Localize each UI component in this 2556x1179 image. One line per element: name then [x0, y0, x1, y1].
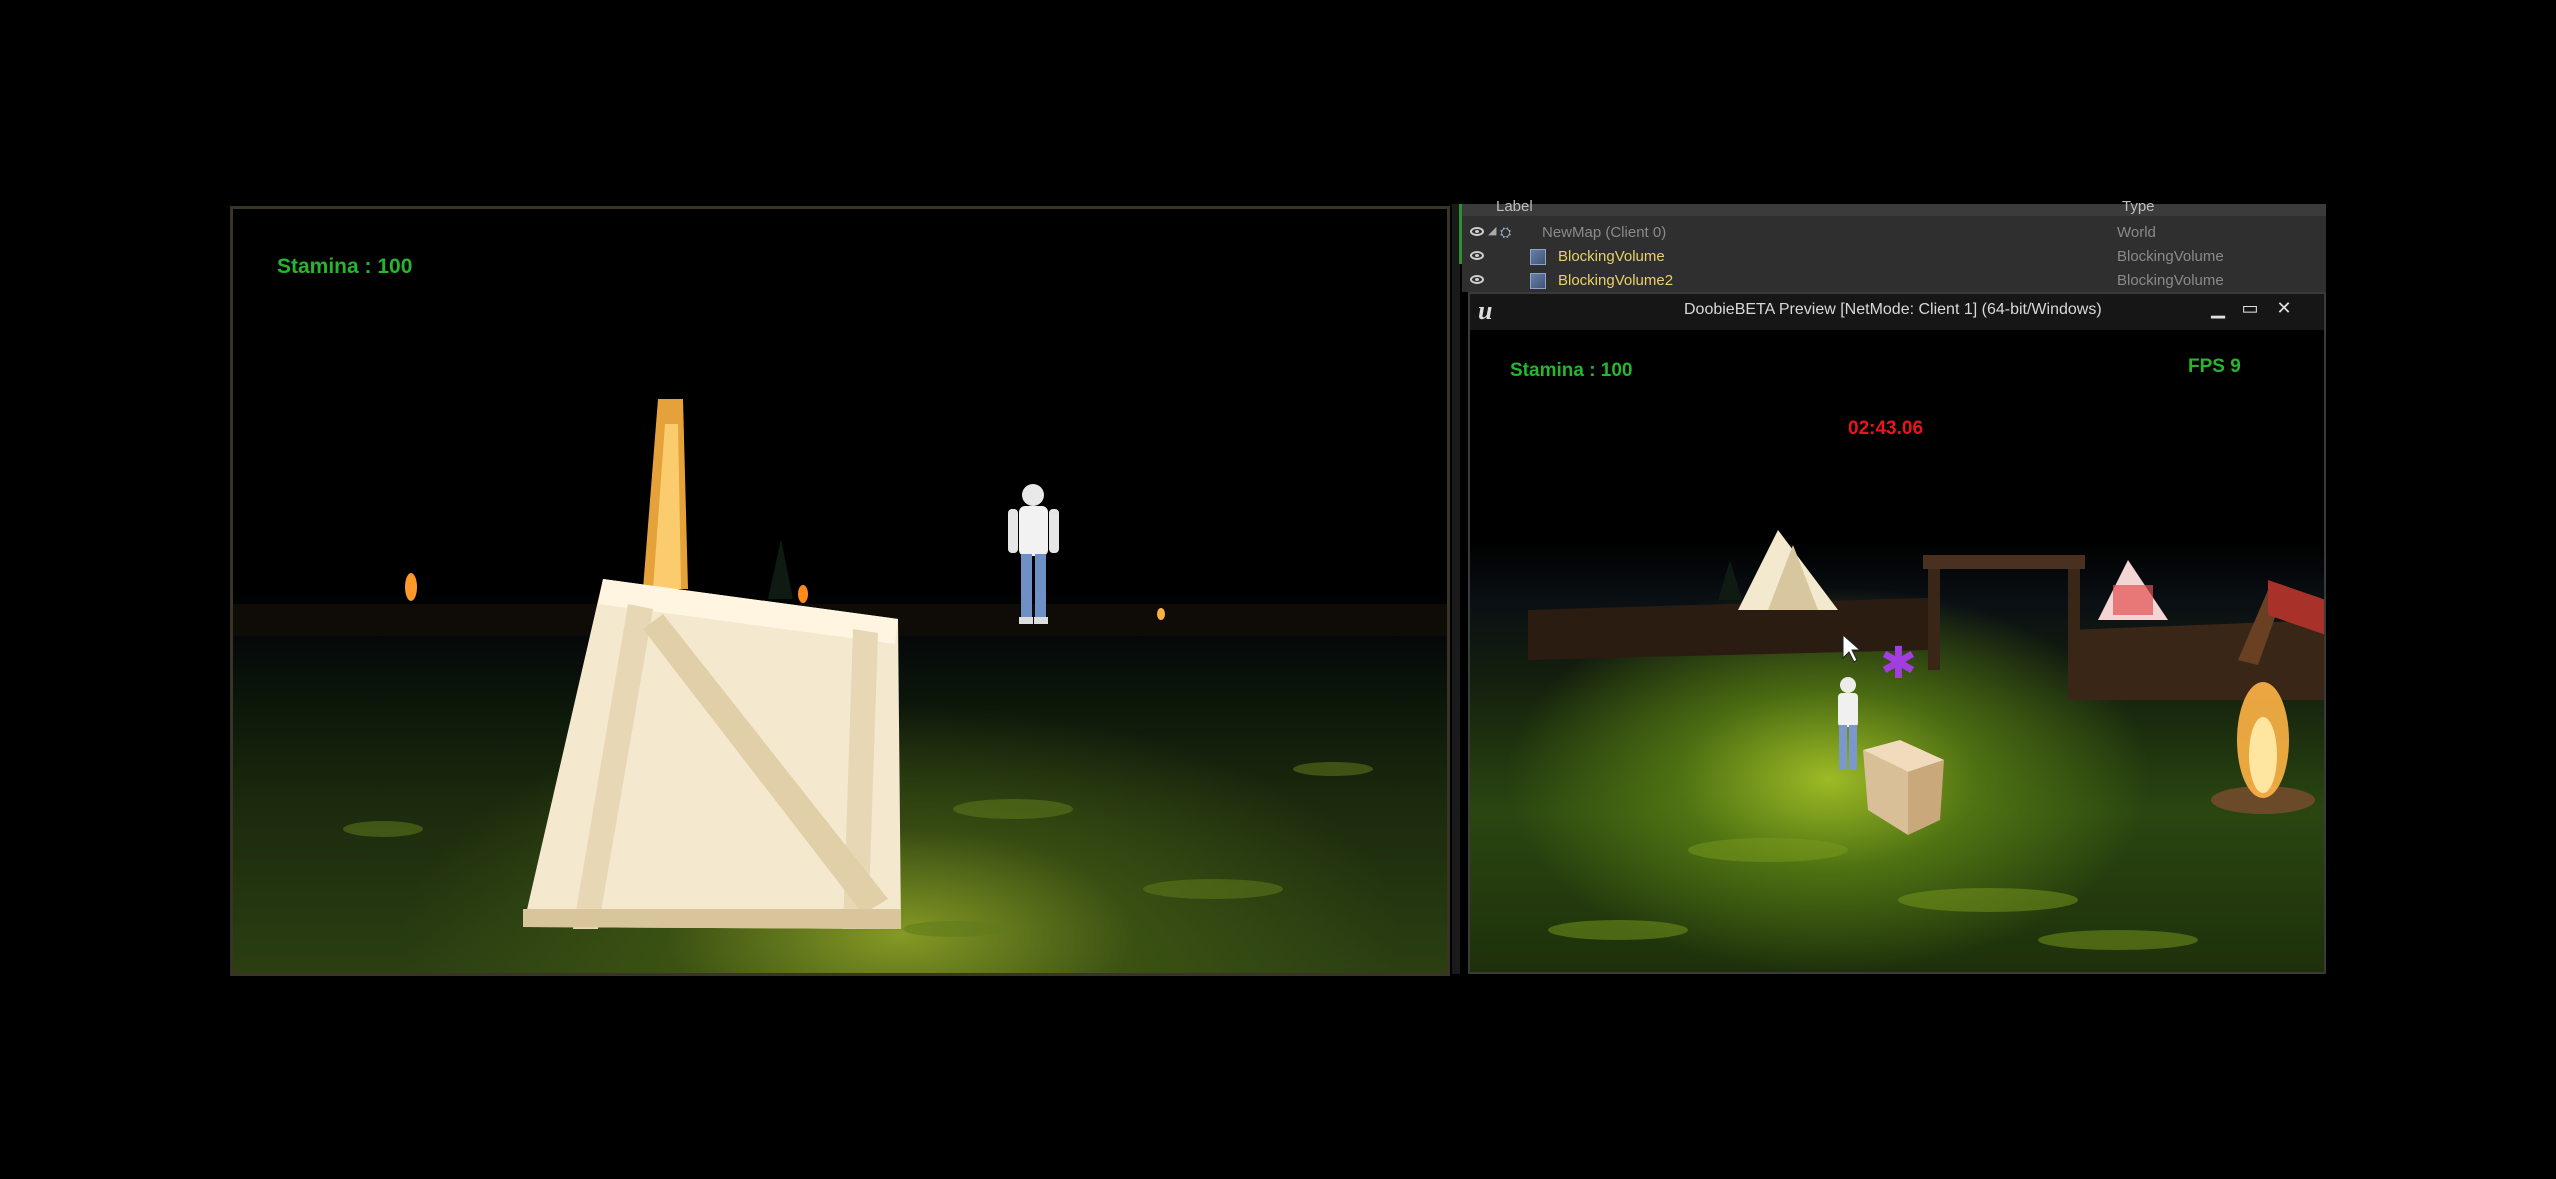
- tree-silhouette: [768, 539, 793, 599]
- minimize-icon[interactable]: ▁: [2204, 298, 2232, 318]
- grass-texture: [1548, 838, 2198, 950]
- torch-flame-mid: [798, 585, 808, 603]
- blocking-volume-icon: [1530, 273, 1546, 289]
- outliner-row-blockingvolume2[interactable]: BlockingVolume2 BlockingVolume: [1462, 270, 2326, 294]
- visibility-eye-icon[interactable]: [1470, 275, 1484, 284]
- maximize-icon[interactable]: ▭: [2236, 298, 2264, 318]
- blocking-volume-icon: [1530, 249, 1546, 265]
- outliner-row-label: BlockingVolume: [1558, 248, 1665, 265]
- left-scene: [233, 399, 1447, 937]
- stamina-readout: Stamina : 100: [277, 255, 413, 278]
- torch-flame-left: [405, 573, 417, 601]
- tree-silhouette: [1718, 560, 1742, 600]
- preview-window-title: DoobieBETA Preview [NetMode: Client 1] (…: [1684, 301, 2102, 318]
- outliner-row-label: NewMap (Client 0): [1542, 224, 1667, 241]
- character-figure: [1838, 677, 1858, 770]
- outliner-row-world[interactable]: ◢ ⛭ NewMap (Client 0) World: [1462, 222, 2326, 246]
- visibility-eye-icon[interactable]: [1470, 227, 1484, 236]
- outliner-header: Label Type: [1462, 198, 2326, 216]
- unreal-logo-icon: u: [1478, 296, 1493, 325]
- column-label-header[interactable]: Label: [1496, 198, 1533, 215]
- wooden-crate: [1863, 740, 1944, 835]
- stamina-readout: Stamina : 100: [1510, 360, 1633, 381]
- gate-post-right: [2068, 560, 2080, 680]
- match-timer: 02:43.06: [1848, 418, 1924, 439]
- preview-game-viewport[interactable]: ✱ Stamina: 100 FPS 9 02:43.06: [1468, 330, 2326, 972]
- outliner-row-type: BlockingVolume: [2117, 272, 2224, 289]
- world-icon: ⛭: [1500, 224, 1512, 240]
- torch-flame-right: [1157, 608, 1165, 620]
- world-outliner-panel: Label Type ◢ ⛭ NewMap (Client 0) World B…: [1462, 198, 2326, 294]
- outliner-row-label: BlockingVolume2: [1558, 272, 1674, 289]
- left-game-viewport[interactable]: Stamina : 100: [230, 206, 1450, 976]
- close-icon[interactable]: ✕: [2270, 298, 2298, 318]
- preview-window-titlebar[interactable]: u DoobieBETA Preview [NetMode: Client 1]…: [1468, 292, 2326, 330]
- visibility-eye-icon[interactable]: [1470, 251, 1484, 260]
- expand-arrow-icon[interactable]: ◢: [1488, 224, 1496, 237]
- column-type-header[interactable]: Type: [2122, 198, 2155, 215]
- gate-post-left: [1928, 560, 1940, 670]
- objective-star-marker: ✱: [1880, 638, 1917, 689]
- outliner-row-type: BlockingVolume: [2117, 248, 2224, 265]
- outliner-row-type: World: [2117, 224, 2156, 241]
- character-figure: [1008, 484, 1059, 624]
- outliner-row-blockingvolume[interactable]: BlockingVolume BlockingVolume: [1462, 246, 2326, 270]
- wooden-fence: [1528, 598, 1928, 660]
- gate-beam: [1923, 555, 2085, 569]
- pane-divider[interactable]: [1452, 204, 1460, 974]
- fps-counter: FPS 9: [2188, 356, 2241, 377]
